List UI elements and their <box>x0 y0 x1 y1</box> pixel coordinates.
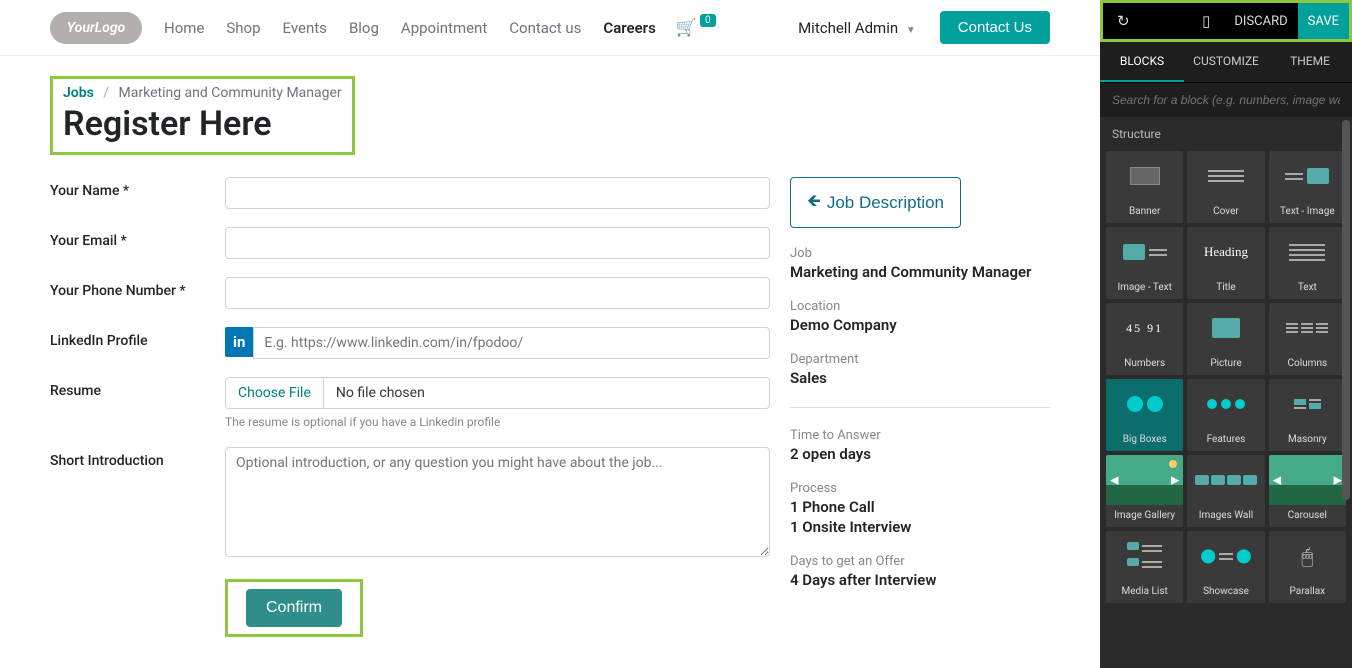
value-process2: 1 Onsite Interview <box>790 518 1050 536</box>
user-name: Mitchell Admin <box>798 19 898 37</box>
block-image-text[interactable]: Image - Text <box>1106 227 1183 299</box>
block-showcase[interactable]: ⬤⬤Showcase <box>1187 531 1264 603</box>
tab-customize[interactable]: CUSTOMIZE <box>1184 42 1268 82</box>
block-media-list[interactable]: Media List <box>1106 531 1183 603</box>
label-phone: Your Phone Number * <box>50 277 225 309</box>
top-navbar: YourLogo Home Shop Events Blog Appointme… <box>0 0 1100 56</box>
save-button[interactable]: SAVE <box>1298 3 1349 39</box>
logo[interactable]: YourLogo <box>50 12 142 44</box>
value-location: Demo Company <box>790 316 1050 334</box>
job-sidebar: 🡸 Job Description Job Marketing and Comm… <box>790 177 1050 637</box>
label-email: Your Email * <box>50 227 225 259</box>
nav-home[interactable]: Home <box>164 19 204 37</box>
cart-count-badge: 0 <box>700 14 716 27</box>
block-numbers[interactable]: 45 91Numbers <box>1106 303 1183 375</box>
nav-contact[interactable]: Contact us <box>509 19 581 37</box>
file-chosen-text: No file chosen <box>324 378 437 408</box>
block-carousel[interactable]: ◀▶Carousel <box>1269 455 1346 527</box>
label-name: Your Name * <box>50 177 225 209</box>
contact-us-button[interactable]: Contact Us <box>940 11 1050 44</box>
block-title[interactable]: HeadingTitle <box>1187 227 1264 299</box>
nav-careers[interactable]: Careers <box>603 19 655 37</box>
jd-btn-label: Job Description <box>827 193 944 213</box>
phone-input[interactable] <box>225 277 770 309</box>
chevron-down-icon: ▼ <box>906 25 916 36</box>
nav-events[interactable]: Events <box>283 19 327 37</box>
undo-icon[interactable]: ↻ <box>1103 12 1144 30</box>
intro-textarea[interactable] <box>225 447 770 557</box>
main-nav: Home Shop Events Blog Appointment Contac… <box>164 19 656 37</box>
breadcrumb-sep: / <box>103 85 109 101</box>
value-process1: 1 Phone Call <box>790 498 1050 516</box>
block-search-input[interactable] <box>1100 83 1352 117</box>
label-process: Process <box>790 481 1050 496</box>
breadcrumb-root[interactable]: Jobs <box>63 85 94 101</box>
email-input[interactable] <box>225 227 770 259</box>
job-description-button[interactable]: 🡸 Job Description <box>790 177 961 228</box>
user-menu[interactable]: Mitchell Admin ▼ <box>798 19 916 37</box>
cart-icon: 🛒 <box>676 18 697 38</box>
block-images-wall[interactable]: Images Wall <box>1187 455 1264 527</box>
block-text-image[interactable]: Text - Image <box>1269 151 1346 223</box>
website-editor-panel: ↻ ▯ DISCARD SAVE BLOCKS CUSTOMIZE THEME … <box>1100 0 1352 668</box>
choose-file-button[interactable]: Choose File <box>226 378 324 408</box>
label-job: Job <box>790 246 1050 261</box>
block-big-boxes[interactable]: Big Boxes <box>1106 379 1183 451</box>
label-department: Department <box>790 352 1050 367</box>
block-image-gallery[interactable]: ◀▶Image Gallery <box>1106 455 1183 527</box>
application-form: Your Name * Your Email * Your Phone Numb… <box>50 177 770 637</box>
block-text[interactable]: Text <box>1269 227 1346 299</box>
confirm-button[interactable]: Confirm <box>246 589 342 627</box>
block-cover[interactable]: Cover <box>1187 151 1264 223</box>
value-department: Sales <box>790 369 1050 387</box>
editor-tabs: BLOCKS CUSTOMIZE THEME <box>1100 42 1352 83</box>
editor-scrollbar-thumb[interactable] <box>1342 120 1350 500</box>
label-linkedin: LinkedIn Profile <box>50 327 225 359</box>
nav-shop[interactable]: Shop <box>226 19 260 37</box>
block-columns[interactable]: Columns <box>1269 303 1346 375</box>
block-masonry[interactable]: Masonry <box>1269 379 1346 451</box>
tab-theme[interactable]: THEME <box>1268 42 1352 82</box>
section-structure-title: Structure <box>1100 117 1352 151</box>
name-input[interactable] <box>225 177 770 209</box>
label-resume: Resume <box>50 377 225 429</box>
value-days-offer: 4 Days after Interview <box>790 571 1050 589</box>
sidebar-divider <box>790 407 1050 408</box>
highlight-box-title: Jobs / Marketing and Community Manager R… <box>50 76 355 155</box>
resume-file-input[interactable]: Choose File No file chosen <box>225 377 770 409</box>
linkedin-icon: in <box>225 327 253 357</box>
highlight-box-editor-top: ↻ ▯ DISCARD SAVE <box>1100 0 1352 42</box>
label-location: Location <box>790 299 1050 314</box>
label-tta: Time to Answer <box>790 428 1050 443</box>
block-banner[interactable]: Banner <box>1106 151 1183 223</box>
linkedin-input[interactable] <box>253 327 770 359</box>
nav-appointment[interactable]: Appointment <box>401 19 487 37</box>
value-job: Marketing and Community Manager <box>790 263 1050 281</box>
block-parallax[interactable]: 🖱Parallax <box>1269 531 1346 603</box>
block-picture[interactable]: Picture <box>1187 303 1264 375</box>
resume-help-text: The resume is optional if you have a Lin… <box>225 415 770 429</box>
nav-blog[interactable]: Blog <box>349 19 379 37</box>
discard-button[interactable]: DISCARD <box>1224 14 1297 29</box>
cart-button[interactable]: 🛒 0 <box>676 18 716 38</box>
arrow-left-icon: 🡸 <box>807 188 821 217</box>
label-intro: Short Introduction <box>50 447 225 561</box>
highlight-box-confirm: Confirm <box>225 579 363 637</box>
value-tta: 2 open days <box>790 445 1050 463</box>
mobile-preview-icon[interactable]: ▯ <box>1188 12 1224 30</box>
breadcrumb-current: Marketing and Community Manager <box>119 85 342 101</box>
breadcrumb: Jobs / Marketing and Community Manager <box>63 85 342 101</box>
blocks-grid: Banner Cover Text - Image Image - Text H… <box>1100 151 1352 613</box>
label-days-offer: Days to get an Offer <box>790 554 1050 569</box>
tab-blocks[interactable]: BLOCKS <box>1100 42 1184 82</box>
block-features[interactable]: Features <box>1187 379 1264 451</box>
page-title: Register Here <box>63 104 342 144</box>
